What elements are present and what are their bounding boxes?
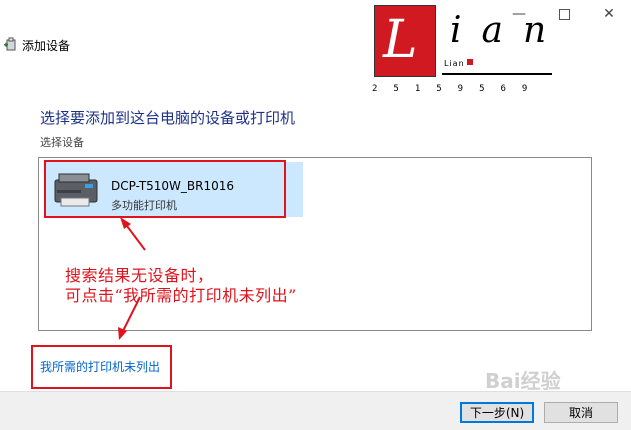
- next-button[interactable]: 下一步(N): [460, 402, 534, 423]
- annotation-line-2: 可点击“我所需的打印机未列出”: [65, 286, 297, 305]
- printer-not-listed-link[interactable]: 我所需的打印机未列出: [40, 358, 160, 375]
- cancel-button[interactable]: 取消: [544, 402, 618, 423]
- dialog-footer: 下一步(N) 取消: [0, 391, 631, 430]
- arrow-up-icon: [120, 217, 146, 251]
- baidu-watermark: Bai经验: [485, 369, 561, 393]
